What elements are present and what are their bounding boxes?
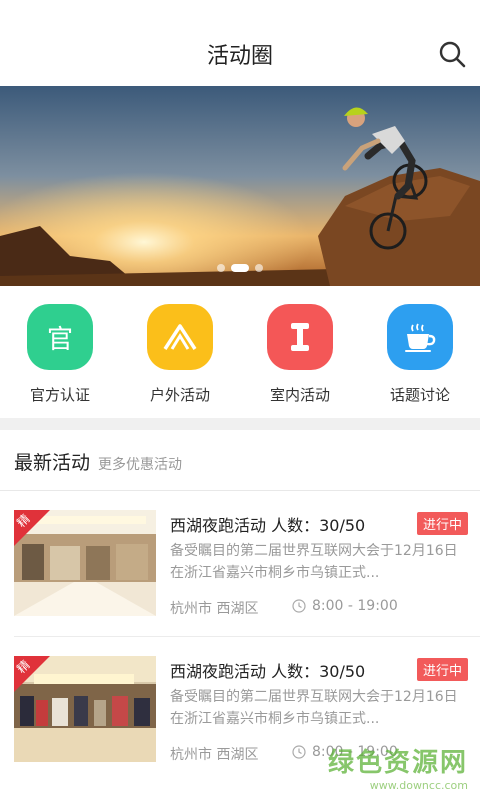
watermark-url: www.downcc.com [369,779,468,792]
dumbbell-icon [267,304,333,370]
category-outdoor[interactable]: 户外活动 [120,286,240,418]
activity-location: 杭州市 西湖区 [170,601,259,617]
activity-title: 西湖夜跑活动 人数：30/50 [170,662,366,681]
official-glyph: 官 [46,324,73,355]
app-header: 活动圈 [0,0,480,86]
coffee-cup-icon [387,304,453,370]
category-official[interactable]: 官 官方认证 [0,286,120,418]
activity-thumbnail: 精 [14,656,156,762]
activity-location: 杭州市 西湖区 [170,747,259,763]
category-grid: 官 官方认证 户外活动 室内活动 话题讨论 [0,286,480,418]
watermark-text: 绿色资源网 [327,748,468,778]
category-label: 官方认证 [29,386,90,404]
activity-card[interactable]: 精 西湖夜跑活动 人数：30/50 进行中 备受瞩目的第二届世界互联网大会于12… [14,510,468,646]
category-label: 话题讨论 [389,386,450,404]
tent-icon [147,304,213,370]
activity-title: 西湖夜跑活动 人数：30/50 [170,516,366,535]
carousel-dot[interactable] [255,264,263,272]
clock-icon [292,599,306,613]
section-header: 最新活动 更多优惠活动 [14,448,182,475]
activity-time-text: 8:00 - 19:00 [312,598,398,614]
banner-carousel[interactable] [0,86,480,286]
banner-image [0,86,480,286]
card-divider [14,636,480,637]
more-offers-link[interactable]: 更多优惠活动 [98,454,182,474]
carousel-dot-active[interactable] [231,264,249,272]
category-label: 户外活动 [149,386,210,404]
carousel-dot[interactable] [217,264,225,272]
section-divider-line [0,490,480,491]
carousel-indicator [0,264,480,272]
category-topic[interactable]: 话题讨论 [360,286,480,418]
activity-description: 备受瞩目的第二届世界互联网大会于12月16日在浙江省嘉兴市桐乡市乌镇正式... [170,543,458,581]
watermark: 绿色资源网 www.downcc.com [328,742,468,792]
activity-time: 8:00 - 19:00 [292,598,398,614]
search-icon[interactable] [438,40,468,70]
section-divider [0,418,480,430]
category-label: 室内活动 [269,386,330,404]
section-title: 最新活动 [14,452,91,474]
page-title: 活动圈 [206,44,273,69]
official-badge-icon: 官 [27,304,93,370]
clock-icon [292,745,306,759]
activity-thumbnail: 精 [14,510,156,616]
status-badge: 进行中 [416,658,468,681]
activity-description: 备受瞩目的第二届世界互联网大会于12月16日在浙江省嘉兴市桐乡市乌镇正式... [170,689,458,727]
category-indoor[interactable]: 室内活动 [240,286,360,418]
status-badge: 进行中 [416,512,468,535]
